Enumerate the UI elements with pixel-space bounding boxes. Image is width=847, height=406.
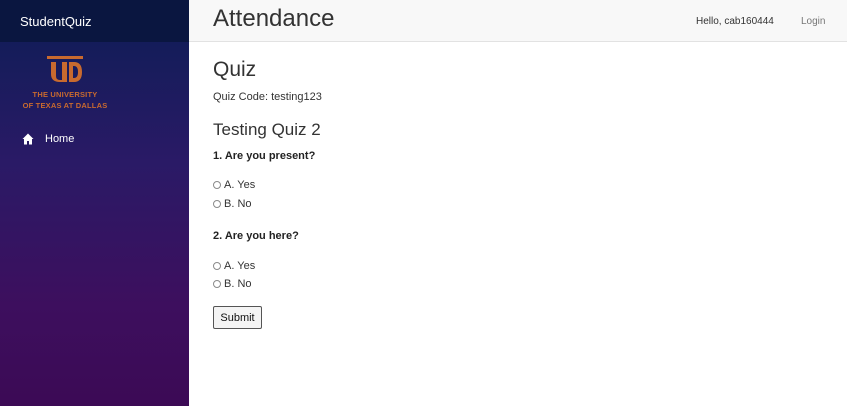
submit-button[interactable]: Submit — [213, 306, 262, 329]
question-2-option-a[interactable]: A. Yes — [213, 260, 255, 272]
page-title: Attendance — [213, 5, 335, 32]
question-1-option-a[interactable]: A. Yes — [213, 179, 255, 191]
radio-button[interactable] — [213, 200, 221, 208]
question-1-option-b[interactable]: B. No — [213, 198, 252, 210]
question-2-option-b[interactable]: B. No — [213, 278, 252, 290]
quiz-heading: Quiz — [213, 58, 257, 81]
option-label: B. No — [224, 198, 252, 210]
logo-text-line2: OF TEXAS AT DALLAS — [22, 101, 108, 110]
option-label: A. Yes — [224, 179, 256, 191]
logo-text-line1: THE UNIVERSITY — [32, 90, 98, 99]
option-label: B. No — [224, 278, 252, 290]
radio-button[interactable] — [213, 280, 221, 288]
sidebar-item-label: Home — [45, 133, 75, 145]
user-greeting-link[interactable]: Hello, cab160444 — [696, 16, 774, 27]
home-icon — [22, 133, 34, 145]
brand-name[interactable]: StudentQuiz — [20, 14, 92, 29]
quiz-name: Testing Quiz 2 — [213, 120, 321, 139]
question-1: 1. Are you present? — [213, 150, 316, 162]
sidebar-header: StudentQuiz — [0, 0, 189, 42]
radio-button[interactable] — [213, 181, 221, 189]
top-bar: Attendance Hello, cab160444 Login — [189, 0, 847, 42]
sidebar-item-home[interactable]: Home — [22, 133, 74, 145]
option-label: A. Yes — [224, 260, 256, 272]
login-link[interactable]: Login — [801, 16, 825, 27]
utd-monogram-icon — [47, 56, 83, 82]
quiz-code: Quiz Code: testing123 — [213, 91, 322, 103]
question-2: 2. Are you here? — [213, 230, 299, 242]
utd-logo: THE UNIVERSITY OF TEXAS AT DALLAS — [0, 54, 130, 110]
radio-button[interactable] — [213, 262, 221, 270]
sidebar: StudentQuiz THE UNIVERSITY OF TEXAS AT D… — [0, 0, 189, 406]
